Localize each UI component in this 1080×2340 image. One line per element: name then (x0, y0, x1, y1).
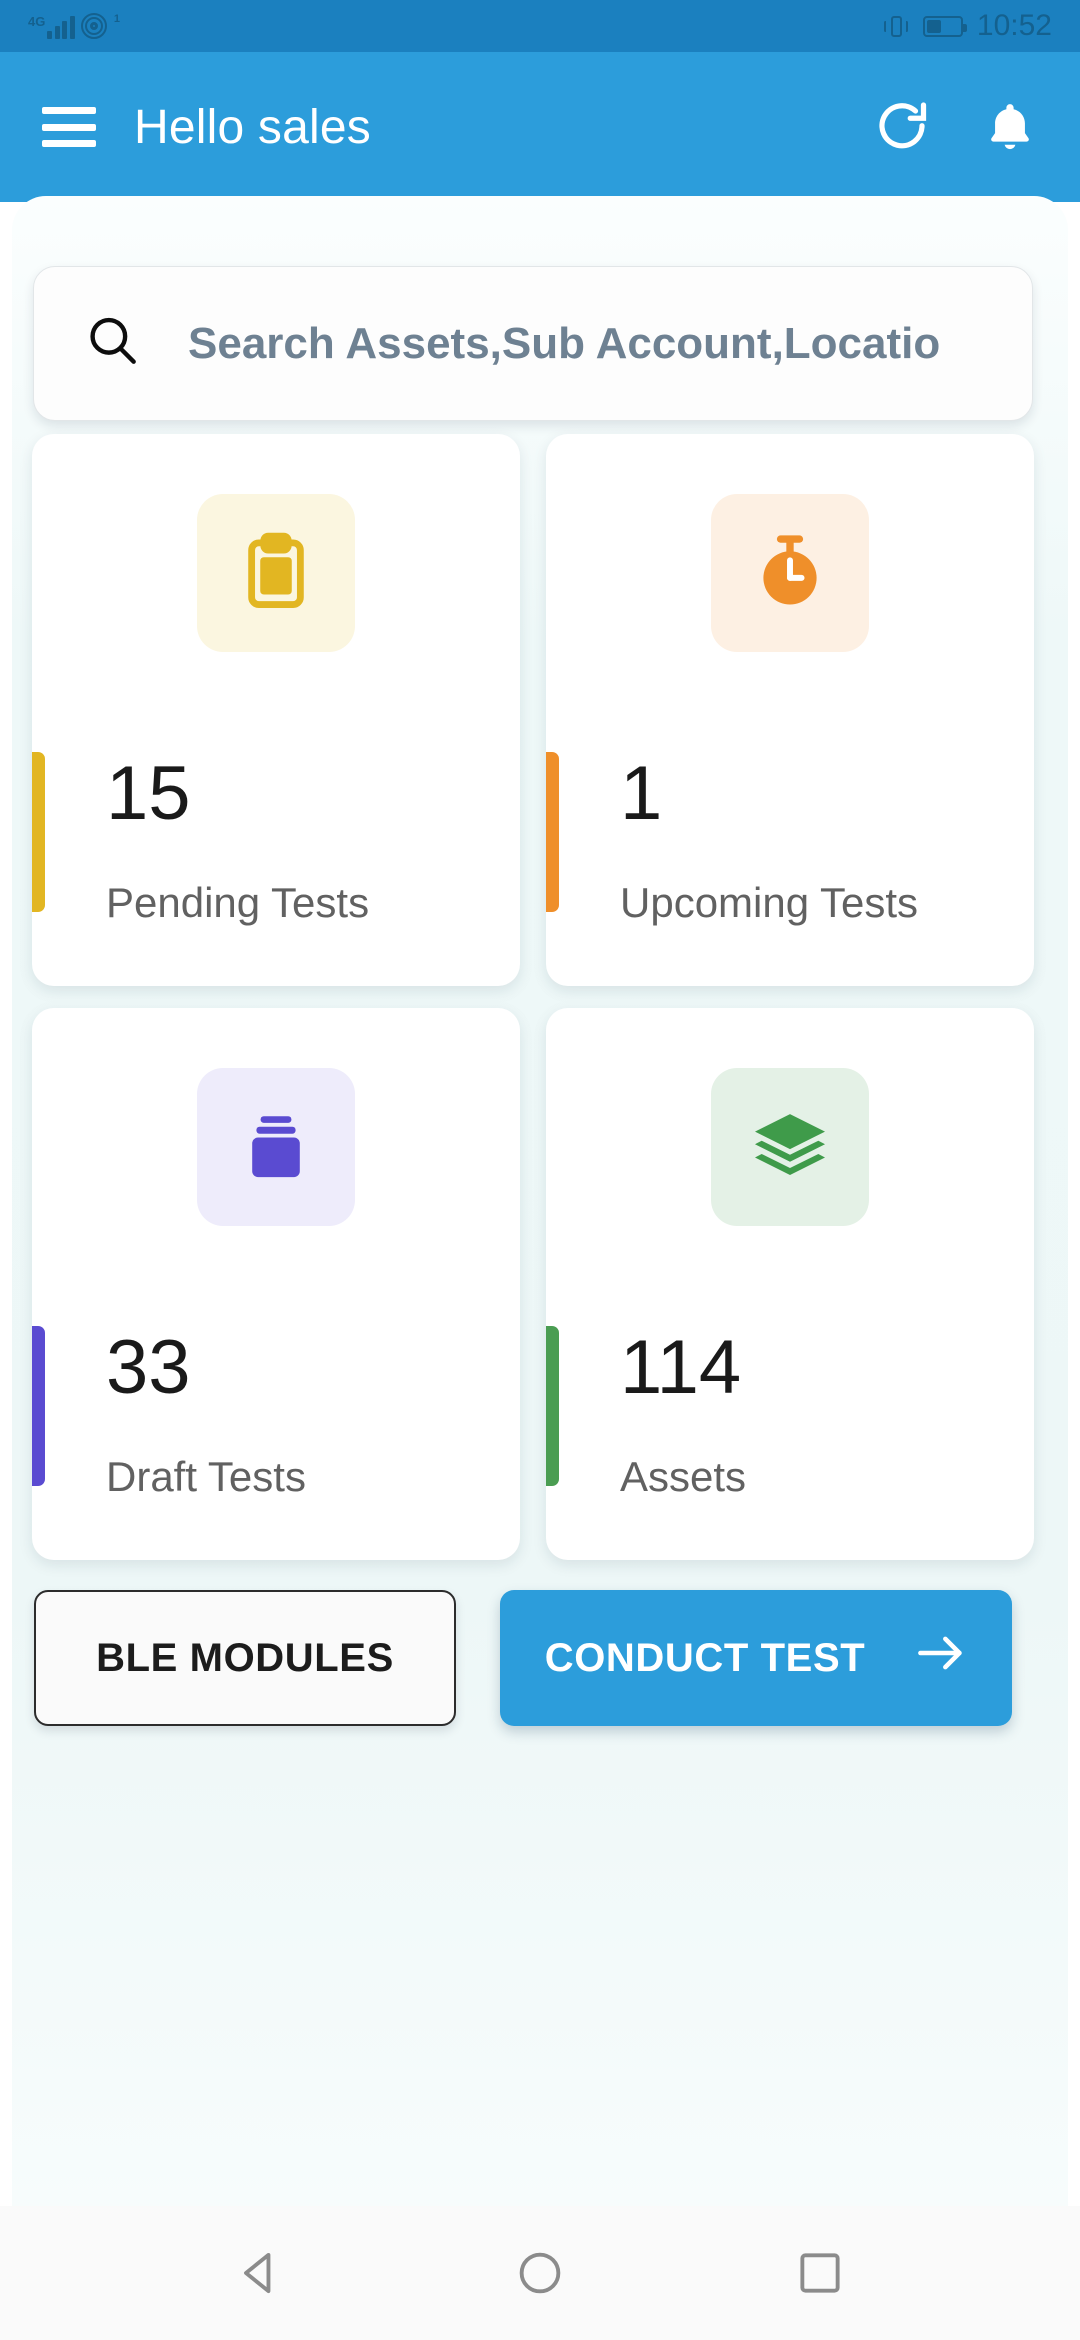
card-accent-bar (546, 1326, 559, 1486)
search-icon (82, 310, 144, 377)
status-bar-right: 10:52 (883, 11, 1052, 41)
card-label: Assets (620, 1453, 747, 1500)
app-bar: Hello sales (0, 52, 1080, 202)
card-accent-bar (32, 1326, 45, 1486)
vibrate-icon (883, 13, 909, 39)
hotspot-count-badge: 1 (113, 13, 120, 25)
phone-screen: 4G 1 10:52 Hello sales Search Assets,Sub… (0, 0, 1080, 2340)
battery-icon (922, 15, 967, 37)
search-bar[interactable]: Search Assets,Sub Account,Locatio (33, 266, 1033, 421)
search-input[interactable]: Search Assets,Sub Account,Locatio (188, 319, 984, 369)
card-accent-bar (32, 752, 45, 912)
card-value: 15 (106, 751, 191, 836)
conduct-test-label: CONDUCT TEST (544, 1635, 866, 1680)
square-recents-icon[interactable] (760, 2213, 880, 2333)
stat-card-upcoming-tests[interactable]: 1 Upcoming Tests (546, 434, 1034, 986)
network-type-label: 4G (28, 14, 46, 29)
layers-icon (711, 1068, 869, 1226)
conduct-test-button[interactable]: CONDUCT TEST (500, 1590, 1012, 1726)
arrow-right-icon (915, 1633, 967, 1683)
archive-box-icon (197, 1068, 355, 1226)
hotspot-icon (80, 13, 107, 39)
card-value: 33 (106, 1325, 191, 1410)
circle-home-icon[interactable] (480, 2213, 600, 2333)
card-label: Pending Tests (106, 879, 370, 926)
stat-cards-grid: 15 Pending Tests 1 Upcoming Tests 33 Dra… (32, 434, 1034, 1560)
page-title: Hello sales (134, 100, 371, 154)
stopwatch-icon (711, 494, 869, 652)
ble-modules-button[interactable]: BLE MODULES (34, 1590, 456, 1726)
triangle-back-icon[interactable] (200, 2213, 320, 2333)
card-label: Draft Tests (106, 1453, 306, 1500)
clipboard-icon (197, 494, 355, 652)
status-bar-left: 4G 1 (28, 13, 120, 39)
card-accent-bar (546, 752, 559, 912)
signal-strength-bars (47, 15, 75, 39)
refresh-icon[interactable] (872, 97, 932, 157)
bell-icon[interactable] (982, 97, 1038, 157)
signal-bars-icon: 4G (28, 15, 75, 39)
app-bar-actions (872, 97, 1038, 157)
status-bar-clock: 10:52 (976, 9, 1052, 42)
card-value: 1 (620, 751, 663, 836)
status-bar: 4G 1 10:52 (0, 0, 1080, 52)
content-sheet: Search Assets,Sub Account,Locatio 15 Pen… (12, 196, 1068, 2206)
hamburger-menu-icon[interactable] (42, 107, 96, 147)
system-navigation-bar (0, 2206, 1080, 2340)
action-button-row: BLE MODULES CONDUCT TEST (34, 1590, 1034, 1726)
stat-card-assets[interactable]: 114 Assets (546, 1008, 1034, 1560)
card-value: 114 (620, 1325, 742, 1410)
card-label: Upcoming Tests (620, 879, 919, 926)
stat-card-draft-tests[interactable]: 33 Draft Tests (32, 1008, 520, 1560)
stat-card-pending-tests[interactable]: 15 Pending Tests (32, 434, 520, 986)
